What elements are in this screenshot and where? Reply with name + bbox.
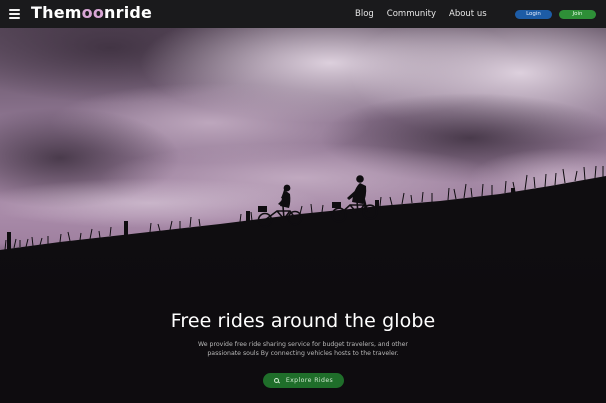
logo-moon-accent: oo [81, 3, 105, 22]
nav-link-community[interactable]: Community [387, 8, 436, 20]
explore-rides-button[interactable]: Explore Rides [263, 373, 344, 388]
nav-link-about-us[interactable]: About us [449, 8, 487, 20]
hero-title: Free rides around the globe [170, 310, 436, 332]
logo-text-suffix: nride [104, 3, 153, 22]
hero-description: We provide free ride sharing service for… [198, 341, 408, 357]
menu-bar-line [9, 17, 20, 19]
logo-text-prefix: Them [31, 3, 82, 22]
join-button[interactable]: Join [559, 10, 596, 19]
login-button[interactable]: Login [515, 10, 552, 19]
search-icon [273, 377, 280, 384]
hero-section: Free rides around the globe We provide f… [0, 28, 606, 403]
top-navbar: Themoonride Blog Community About us Logi… [0, 0, 606, 28]
nav-links: Blog Community About us [355, 8, 487, 20]
menu-bar-line [9, 13, 20, 15]
page: Themoonride Blog Community About us Logi… [0, 0, 606, 403]
site-logo[interactable]: Themoonride [31, 3, 152, 23]
hamburger-menu-icon[interactable] [9, 9, 20, 19]
nav-link-blog[interactable]: Blog [355, 8, 374, 20]
explore-rides-label: Explore Rides [285, 377, 334, 384]
menu-bar-line [9, 9, 20, 11]
